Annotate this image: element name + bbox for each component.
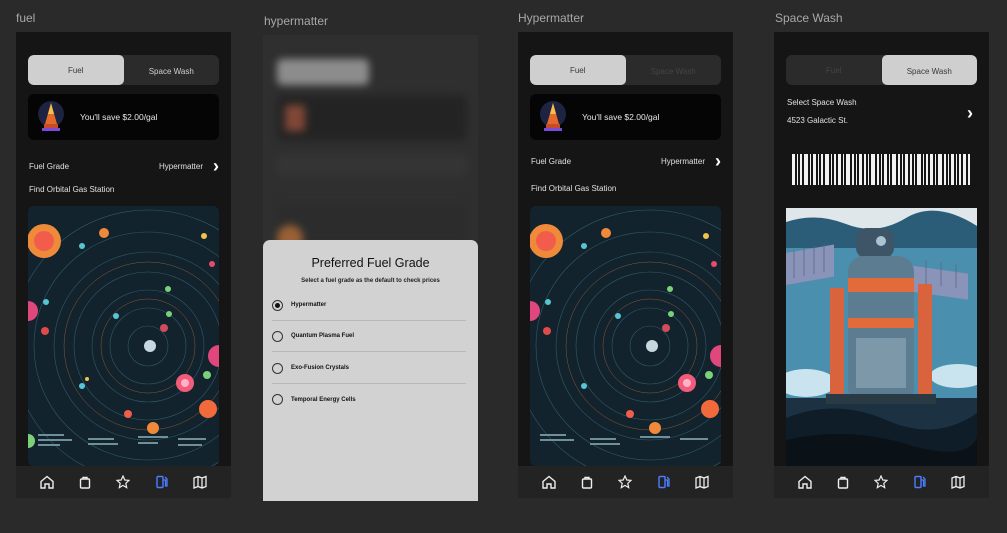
- fuel-grade-value: Hypermatter: [660, 156, 705, 166]
- rocket-icon: [36, 100, 66, 134]
- home-icon[interactable]: [38, 473, 56, 491]
- segment-fuel-button[interactable]: Fuel: [28, 55, 124, 85]
- fuel-pump-icon[interactable]: [655, 473, 673, 491]
- space-wash-station-image[interactable]: [786, 208, 977, 466]
- radio-icon[interactable]: [272, 330, 283, 342]
- fuel-pump-icon[interactable]: [153, 473, 171, 491]
- fuel-grade-label: Fuel Grade: [29, 161, 70, 171]
- map-icon[interactable]: [191, 473, 209, 491]
- phone-hypermatter-sheet: Preferred Fuel Grade Select a fuel grade…: [263, 35, 478, 501]
- select-space-wash-row[interactable]: Select Space Wash 4523 Galactic St. ›: [787, 98, 977, 128]
- segment-fuel-button[interactable]: Fuel: [786, 55, 882, 85]
- find-station-label[interactable]: Find Orbital Gas Station: [531, 184, 721, 193]
- fuel-grade-bottom-sheet: Preferred Fuel Grade Select a fuel grade…: [263, 240, 478, 501]
- phone-fuel: Fuel Space Wash You'll save $2.00/gal Fu…: [16, 32, 231, 498]
- bottom-tab-bar: [518, 466, 733, 498]
- frame-title-space-wash: Space Wash: [775, 11, 843, 25]
- segment-control: Fuel Space Wash: [28, 55, 219, 85]
- option-quantum-plasma-fuel[interactable]: Quantum Plasma Fuel: [272, 321, 466, 352]
- promo-banner[interactable]: You'll save $2.00/gal: [28, 94, 219, 140]
- option-exo-fusion-crystals[interactable]: Exo-Fusion Crystals: [272, 353, 466, 384]
- radio-selected-icon[interactable]: [272, 299, 283, 311]
- galaxy-map-image[interactable]: [530, 206, 721, 466]
- segment-space-wash-button[interactable]: Space Wash: [881, 55, 977, 85]
- star-icon[interactable]: [616, 473, 634, 491]
- fuel-grade-row[interactable]: Fuel Grade Hypermatter ›: [531, 152, 721, 170]
- find-station-label[interactable]: Find Orbital Gas Station: [29, 185, 219, 194]
- bottom-tab-bar: [16, 466, 231, 498]
- frame-title-fuel: fuel: [16, 11, 36, 25]
- map-icon[interactable]: [693, 473, 711, 491]
- chevron-right-icon: ›: [967, 103, 973, 123]
- bottom-tab-bar: [774, 466, 989, 498]
- radio-icon[interactable]: [272, 394, 283, 405]
- select-space-wash-label: Select Space Wash: [787, 98, 857, 107]
- home-icon[interactable]: [540, 473, 558, 491]
- bag-icon[interactable]: [834, 473, 852, 491]
- option-temporal-energy-cells[interactable]: Temporal Energy Cells: [272, 384, 466, 415]
- frame-title-hypermatter: Hypermatter: [518, 11, 585, 25]
- fuel-grade-label: Fuel Grade: [531, 156, 572, 166]
- map-icon[interactable]: [949, 473, 967, 491]
- bag-icon[interactable]: [76, 473, 94, 491]
- rocket-icon: [538, 100, 568, 134]
- option-label: Quantum Plasma Fuel: [291, 333, 355, 339]
- promo-text: You'll save $2.00/gal: [582, 112, 660, 122]
- star-icon[interactable]: [872, 473, 890, 491]
- phone-hypermatter: Fuel Space Wash You'll save $2.00/gal Fu…: [518, 32, 733, 498]
- segment-fuel-button[interactable]: Fuel: [530, 55, 626, 85]
- option-label: Hypermatter: [291, 302, 327, 308]
- wash-address: 4523 Galactic St.: [787, 116, 848, 125]
- option-label: Temporal Energy Cells: [291, 396, 356, 403]
- segment-control: Fuel Space Wash: [530, 55, 721, 85]
- promo-text: You'll save $2.00/gal: [80, 112, 158, 122]
- radio-icon[interactable]: [272, 362, 283, 374]
- fuel-grade-row[interactable]: Fuel Grade Hypermatter ›: [29, 157, 219, 175]
- home-icon[interactable]: [796, 473, 814, 491]
- option-label: Exo-Fusion Crystals: [291, 365, 350, 371]
- segment-space-wash-button[interactable]: Space Wash: [124, 55, 220, 85]
- fuel-pump-icon[interactable]: [911, 473, 929, 491]
- star-icon[interactable]: [114, 473, 132, 491]
- segment-control: Fuel Space Wash: [786, 55, 977, 85]
- galaxy-map-image[interactable]: [28, 206, 219, 466]
- segment-space-wash-button[interactable]: Space Wash: [626, 55, 722, 85]
- option-hypermatter[interactable]: Hypermatter: [272, 290, 466, 321]
- promo-banner[interactable]: You'll save $2.00/gal: [530, 94, 721, 140]
- sheet-subtitle: Select a fuel grade as the default to ch…: [301, 278, 440, 284]
- bag-icon[interactable]: [578, 473, 596, 491]
- barcode-image: [792, 154, 970, 185]
- fuel-grade-value: Hypermatter: [158, 161, 203, 171]
- chevron-right-icon: ›: [213, 156, 219, 176]
- chevron-right-icon: ›: [715, 151, 721, 171]
- phone-space-wash: Fuel Space Wash Select Space Wash 4523 G…: [774, 32, 989, 498]
- sheet-title: Preferred Fuel Grade: [311, 256, 430, 270]
- frame-title-hypermatter-sheet: hypermatter: [264, 14, 329, 28]
